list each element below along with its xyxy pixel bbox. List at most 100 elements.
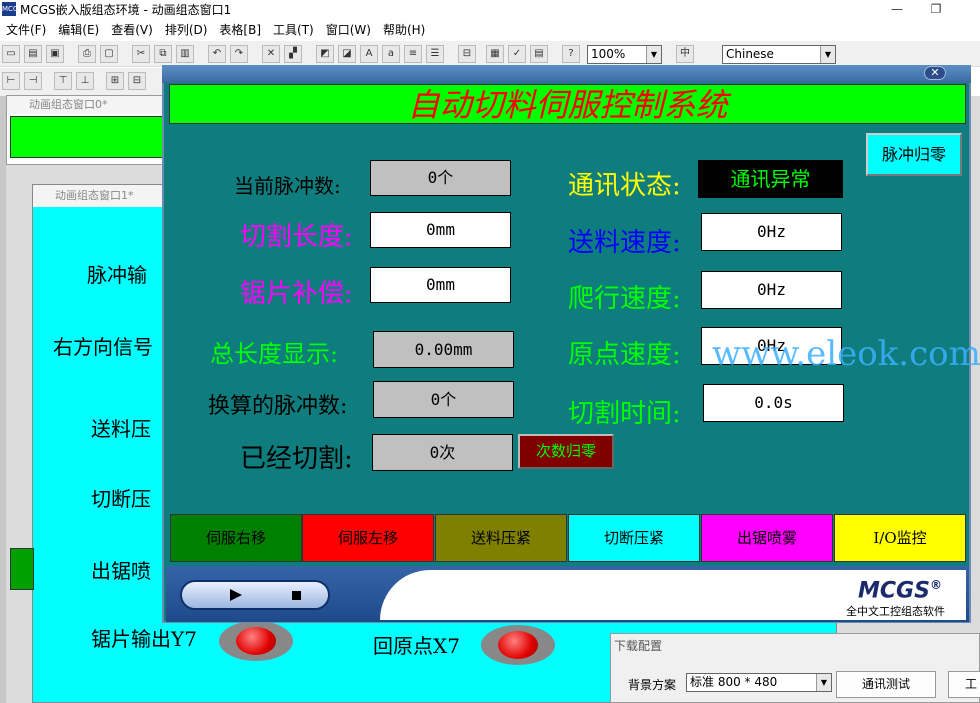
menu-table[interactable]: 表格[B] [213, 21, 267, 38]
current-pulse-value: 0个 [370, 160, 511, 196]
watermark-text: www.eleok.com [712, 334, 980, 374]
page-title: 自动切料伺服控制系统 [169, 84, 966, 124]
crawl-speed-label: 爬行速度: [568, 284, 681, 314]
print-icon[interactable]: ⎙ [78, 45, 96, 63]
scheme-select[interactable]: 标准 800 * 480 ▼ [686, 673, 832, 692]
font-color-icon[interactable]: A [360, 45, 378, 63]
workspace-edge [0, 96, 6, 703]
align-right-icon[interactable]: ⊣ [24, 72, 42, 90]
menu-bar: 文件(F) 编辑(E) 查看(V) 排列(D) 表格[B] 工具(T) 窗口(W… [0, 18, 980, 40]
green-header-block [10, 116, 170, 158]
cut-icon[interactable]: ✂ [132, 45, 150, 63]
count-reset-button[interactable]: 次数归零 [518, 434, 614, 469]
align-bottom-icon[interactable]: ⊥ [76, 72, 94, 90]
menu-view[interactable]: 查看(V) [105, 21, 159, 38]
paste-icon[interactable]: ▥ [176, 45, 194, 63]
copy-icon[interactable]: ⧉ [154, 45, 172, 63]
print-preview-icon[interactable]: ▢ [100, 45, 118, 63]
total-length-value: 0.00mm [373, 331, 514, 368]
tools-icon[interactable]: ✕ [262, 45, 280, 63]
font-icon[interactable]: a [382, 45, 400, 63]
scheme-label: 背景方案 [628, 678, 677, 692]
comm-status-label: 通讯状态: [568, 171, 681, 201]
properties-icon[interactable]: ▦ [486, 45, 504, 63]
cut-count-label: 已经切割: [240, 444, 353, 474]
cut-count-value: 0次 [372, 434, 513, 471]
language-value: Chinese [726, 47, 774, 61]
home-speed-label: 原点速度: [568, 340, 681, 370]
feed-clamp-button[interactable]: 送料压紧 [435, 514, 567, 562]
help-icon[interactable]: ? [562, 45, 580, 63]
save-icon[interactable]: ▣ [46, 45, 64, 63]
comm-status-badge: 通讯异常 [698, 160, 843, 198]
line-color-icon[interactable]: ◪ [338, 45, 356, 63]
title-bar: MCGS MCGS嵌入版组态环境 - 动画组态窗口1 — ❐ [0, 0, 980, 18]
center-v-icon[interactable]: ⊟ [128, 72, 146, 90]
total-length-label: 总长度显示: [210, 340, 339, 368]
panel-title-bar [162, 65, 971, 83]
mcgs-tagline: 全中文工控组态软件 [846, 605, 945, 618]
chevron-down-icon: ▼ [646, 46, 661, 63]
pulse-reset-button[interactable]: 脉冲归零 [866, 133, 962, 176]
cut-clamp-button[interactable]: 切断压紧 [568, 514, 700, 562]
background-window-0[interactable]: 动画组态窗口0* [6, 95, 171, 165]
bg-label-pulse: 脉冲输 [87, 263, 147, 287]
feed-speed-input[interactable]: 0Hz [701, 213, 842, 251]
new-file-icon[interactable]: ▭ [2, 45, 20, 63]
minimize-icon[interactable]: — [885, 0, 909, 18]
servo-left-button[interactable]: 伺服左移 [302, 514, 434, 562]
redo-icon[interactable]: ↷ [230, 45, 248, 63]
menu-window[interactable]: 窗口(W) [320, 21, 377, 38]
mcgs-logo: MCGS® [858, 578, 942, 604]
fill-color-icon[interactable]: ◩ [316, 45, 334, 63]
current-pulse-label: 当前脉冲数: [234, 174, 341, 198]
menu-tools[interactable]: 工具(T) [267, 21, 320, 38]
menu-arrange[interactable]: 排列(D) [159, 21, 214, 38]
playback-control[interactable] [180, 580, 330, 610]
app-icon: MCGS [2, 2, 23, 16]
open-file-icon[interactable]: ▤ [24, 45, 42, 63]
undo-icon[interactable]: ↶ [208, 45, 226, 63]
main-toolbar: ▭ ▤ ▣ ⎙ ▢ ✂ ⧉ ▥ ↶ ↷ ✕ ▞ ◩ ◪ A a ≡ ☰ ⊟ ▦ … [0, 41, 980, 67]
center-h-icon[interactable]: ⊞ [106, 72, 124, 90]
servo-right-button[interactable]: 伺服右移 [170, 514, 302, 562]
green-indicator [10, 548, 34, 590]
chevron-down-icon: ▼ [820, 46, 835, 63]
line-type-icon[interactable]: ≡ [404, 45, 422, 63]
window-title: MCGS嵌入版组态环境 - 动画组态窗口1 [20, 3, 232, 17]
zoom-select[interactable]: 100% ▼ [587, 45, 662, 64]
dialog-title: 下载配置 [614, 639, 663, 653]
restore-icon[interactable]: ❐ [924, 0, 948, 18]
saw-lamp-icon [219, 621, 293, 661]
comm-test-button[interactable]: 通讯测试 [836, 671, 936, 698]
align-top-icon[interactable]: ⊤ [54, 72, 72, 90]
menu-edit[interactable]: 编辑(E) [52, 21, 105, 38]
align-left-icon[interactable]: ⊢ [2, 72, 20, 90]
dialog-cut-button[interactable]: 工 [948, 671, 980, 698]
line-style-icon[interactable]: ☰ [426, 45, 444, 63]
close-icon[interactable]: ✕ [924, 66, 946, 80]
align-icon[interactable]: ⊟ [458, 45, 476, 63]
check-icon[interactable]: ✓ [508, 45, 526, 63]
language-select[interactable]: Chinese ▼ [722, 45, 836, 64]
play-icon[interactable] [230, 589, 242, 601]
io-monitor-button[interactable]: I/O监控 [834, 514, 966, 562]
menu-file[interactable]: 文件(F) [0, 21, 52, 38]
saw-spray-button[interactable]: 出锯喷雾 [701, 514, 833, 562]
list-icon[interactable]: ▤ [530, 45, 548, 63]
crawl-speed-input[interactable]: 0Hz [701, 271, 842, 309]
window-0-caption: 动画组态窗口0* [7, 96, 170, 114]
cut-length-label: 切割长度: [240, 222, 353, 252]
cut-time-input[interactable]: 0.0s [703, 384, 844, 422]
language-icon[interactable]: 中 [676, 45, 694, 63]
stop-icon[interactable] [292, 591, 301, 600]
bg-label-spray: 出锯喷 [91, 559, 151, 583]
zoom-value: 100% [591, 47, 626, 61]
home-lamp-icon [481, 625, 555, 665]
cut-length-input[interactable]: 0mm [370, 212, 511, 248]
bg-label-home: 回原点X7 [373, 634, 460, 658]
saw-compensation-input[interactable]: 0mm [370, 267, 511, 303]
bg-label-direction: 右方向信号 [53, 335, 153, 359]
menu-help[interactable]: 帮助(H) [377, 21, 431, 38]
frame-icon[interactable]: ▞ [284, 45, 302, 63]
